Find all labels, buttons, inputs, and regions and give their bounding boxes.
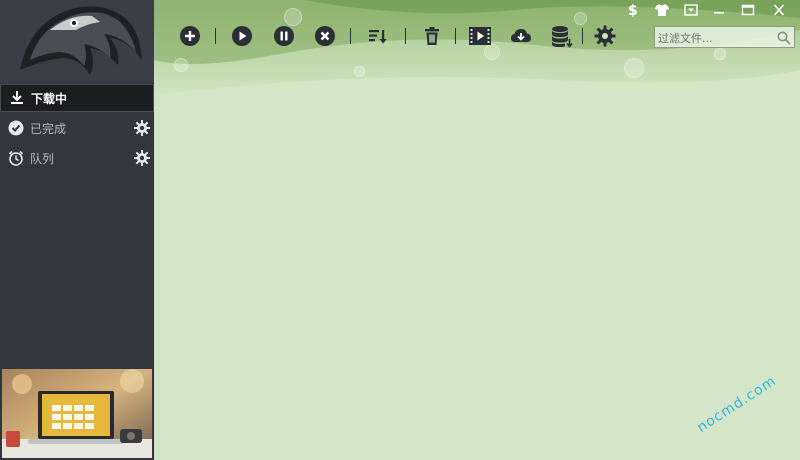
play-icon[interactable] xyxy=(230,24,254,48)
search-box xyxy=(654,26,795,49)
water-drop xyxy=(354,66,365,77)
tshirt-icon[interactable] xyxy=(651,2,673,18)
toolbar-separator xyxy=(582,28,583,44)
sidebar-item-label: 已完成 xyxy=(30,121,67,136)
toolbar-separator xyxy=(405,28,406,44)
stop-icon[interactable] xyxy=(313,24,337,48)
toolbar-separator xyxy=(215,28,216,44)
sidebar-item-label: 队列 xyxy=(30,151,55,166)
cloud-download-icon[interactable] xyxy=(509,24,533,48)
sidebar-item-completed[interactable]: 已完成 xyxy=(0,114,154,142)
dropdown-icon[interactable] xyxy=(680,2,702,18)
sidebar-item-queue[interactable]: 队列 xyxy=(0,144,154,172)
dollar-icon[interactable]: $ xyxy=(622,2,644,18)
water-drop xyxy=(624,58,644,78)
app-window: 下载中 已完成 队列 过滤文件... $ nocmd.com xyxy=(0,0,800,460)
gear-icon[interactable] xyxy=(134,150,150,166)
alarm-clock-icon xyxy=(8,150,24,166)
download-list-area[interactable] xyxy=(154,95,800,460)
toolbar xyxy=(154,20,654,52)
gear-icon[interactable] xyxy=(134,120,150,136)
sidebar: 下载中 已完成 队列 xyxy=(0,0,154,460)
database-icon[interactable] xyxy=(550,24,574,48)
water-drop xyxy=(174,58,188,72)
eagle-logo xyxy=(0,0,154,83)
ad-banner-laptop[interactable] xyxy=(2,369,152,458)
download-icon xyxy=(9,90,25,106)
water-drop xyxy=(714,48,726,60)
trash-icon[interactable] xyxy=(420,24,444,48)
settings-icon[interactable] xyxy=(593,24,617,48)
toolbar-separator xyxy=(350,28,351,44)
sort-icon[interactable] xyxy=(365,24,389,48)
search-input[interactable] xyxy=(655,28,774,49)
sidebar-item-downloading[interactable]: 下载中 xyxy=(0,84,154,112)
video-icon[interactable] xyxy=(468,24,492,48)
maximize-icon[interactable] xyxy=(737,2,759,18)
add-icon[interactable] xyxy=(178,24,202,48)
toolbar-separator xyxy=(455,28,456,44)
minimize-icon[interactable] xyxy=(708,2,730,18)
pause-icon[interactable] xyxy=(272,24,296,48)
svg-text:$: $ xyxy=(628,3,638,18)
close-icon[interactable] xyxy=(768,2,790,18)
search-icon[interactable] xyxy=(777,30,791,45)
sidebar-item-label: 下载中 xyxy=(31,91,68,106)
check-circle-icon xyxy=(8,120,24,136)
